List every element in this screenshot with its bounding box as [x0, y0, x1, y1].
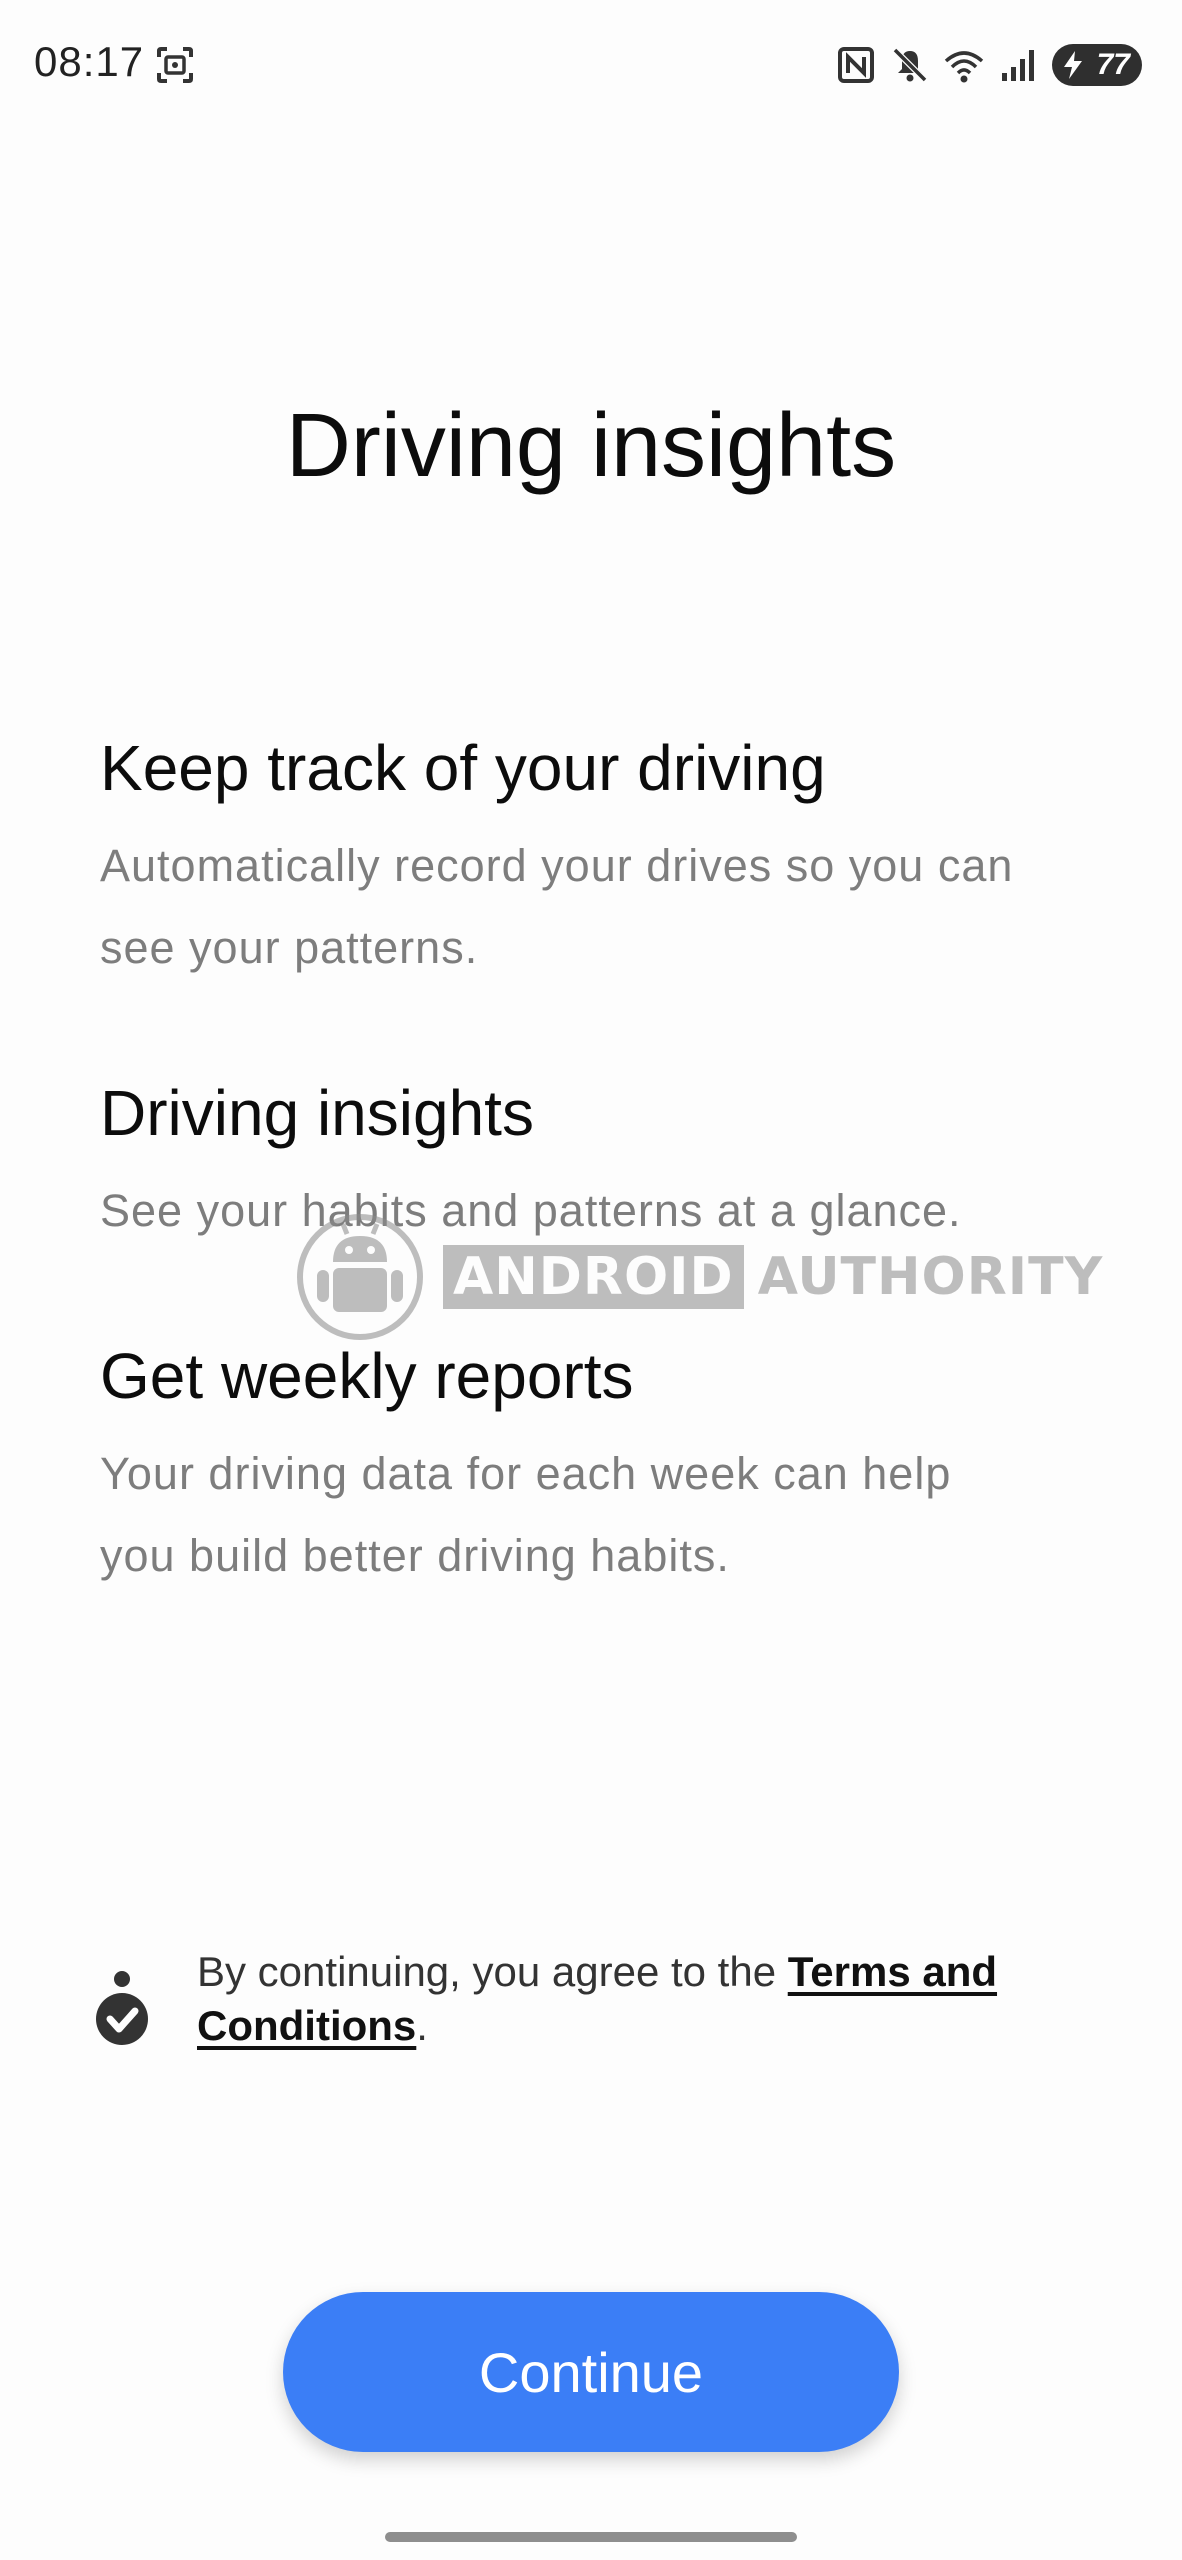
feature-heading: Driving insights: [100, 1077, 534, 1149]
watermark-word: ANDROID: [443, 1245, 744, 1309]
signal-icon: [1002, 50, 1034, 81]
feature-description-line: you build better driving habits.: [100, 1529, 730, 1581]
wifi-icon: [944, 51, 984, 83]
terms-link-text: Terms and: [787, 1948, 998, 1995]
status-time: 08:17: [34, 38, 145, 85]
terms-suffix: .: [416, 2002, 428, 2049]
battery-charging-icon: 77: [1052, 44, 1142, 86]
status-bar: 08:17 77: [0, 0, 1182, 130]
home-indicator[interactable]: [385, 2532, 797, 2542]
feature-description: Automatically record your drives so you …: [100, 825, 1100, 989]
feature-description-line: see your patterns.: [100, 921, 479, 973]
screenshot-icon: [157, 47, 193, 83]
watermark-word: AUTHORITY: [757, 1247, 1104, 1307]
watermark-brand: ANDROID AUTHORITY: [443, 1245, 1103, 1309]
nfc-icon: [838, 47, 874, 83]
mute-icon: [892, 47, 928, 83]
feature-description-line: Your driving data for each week can help: [100, 1447, 952, 1499]
feature-description: Your driving data for each week can help…: [100, 1433, 1100, 1597]
terms-link-text: Conditions: [197, 2002, 417, 2049]
feature-heading: Keep track of your driving: [100, 732, 826, 804]
feature-heading: Get weekly reports: [100, 1340, 634, 1412]
page-title: Driving insights: [285, 396, 897, 496]
terms-text: By continuing, you agree to the Terms an…: [197, 1945, 1097, 2053]
feature-description-line: Automatically record your drives so you …: [100, 839, 1014, 891]
continue-button[interactable]: Continue: [283, 2292, 899, 2452]
status-icons: 77: [836, 40, 1142, 90]
privacy-person-icon: [96, 1971, 148, 2045]
battery-level: 77: [1096, 48, 1130, 81]
terms-prefix: By continuing, you agree to the: [197, 1948, 788, 1995]
watermark: ANDROID AUTHORITY: [295, 1212, 1103, 1342]
bolt-icon: [1064, 51, 1082, 79]
feature-weekly-reports: Get weekly reports Your driving data for…: [100, 1338, 1100, 1597]
android-robot-icon: [297, 1214, 423, 1340]
feature-keep-track: Keep track of your driving Automatically…: [100, 730, 1100, 989]
